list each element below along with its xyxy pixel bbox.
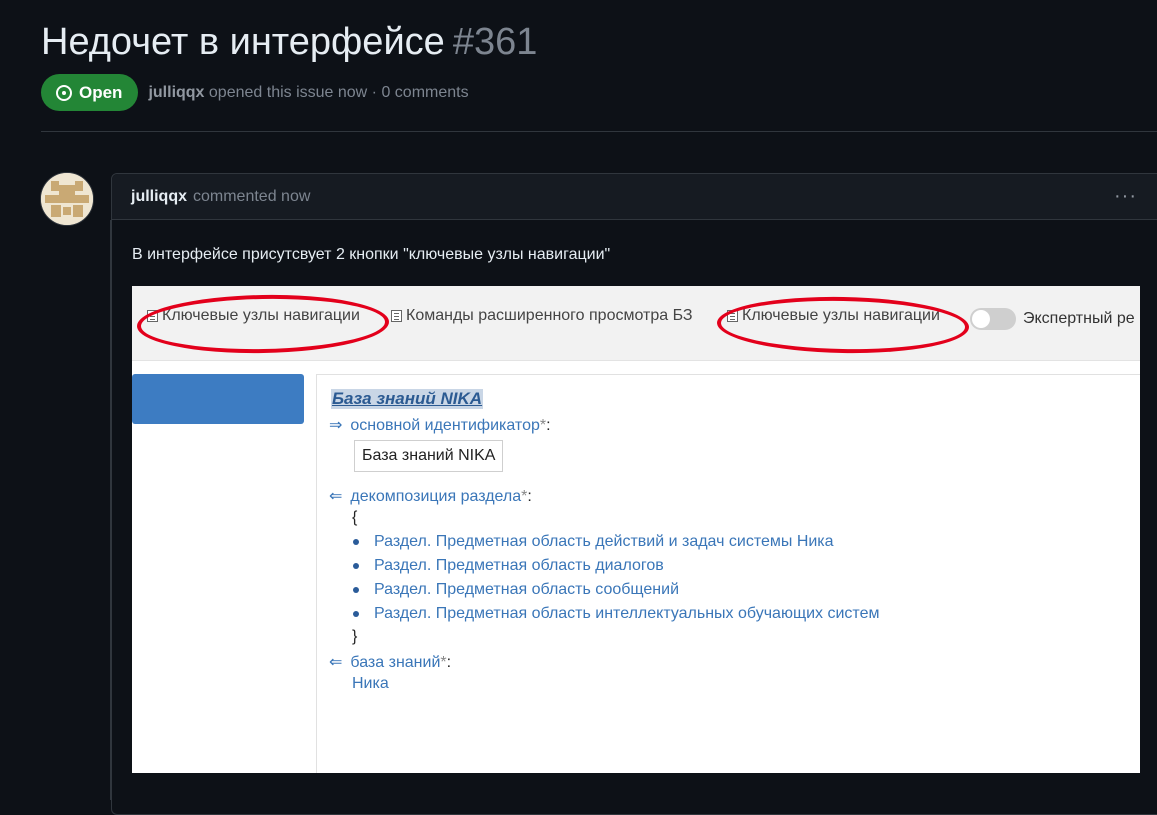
identicon-icon <box>41 173 93 225</box>
comment-author-link[interactable]: julliqqx <box>131 188 187 206</box>
document-icon <box>391 310 402 322</box>
issue-title-text: Недочет в интерфейсе <box>41 21 445 63</box>
list-item: Раздел. Предметная область интеллектуаль… <box>353 605 879 623</box>
issue-author-link[interactable]: julliqqx <box>148 84 204 101</box>
comment-timestamp[interactable]: commented now <box>193 188 310 206</box>
relation-knowledge-base-label: база знаний <box>350 654 441 671</box>
open-brace: { <box>352 509 358 526</box>
bullet-icon <box>353 562 359 569</box>
issue-meta: julliqqx opened this issue now · 0 comme… <box>148 84 468 102</box>
extended-view-commands-label: Команды расширенного просмотра БЗ <box>406 307 693 324</box>
avatar[interactable] <box>40 172 94 226</box>
arrow-right-icon: ⇒ <box>329 417 343 434</box>
arrow-left-icon: ⇐ <box>329 488 343 505</box>
kebab-menu-icon[interactable]: ··· <box>1114 186 1137 206</box>
issue-status-row: Open julliqqx opened this issue now · 0 … <box>41 74 469 111</box>
bullet-icon <box>353 586 359 593</box>
expert-mode-label: Экспертный ре <box>1023 310 1135 327</box>
red-highlight-circle-1 <box>136 292 390 356</box>
comment-body-text: В интерфейсе присутсвует 2 кнопки "ключе… <box>132 246 611 263</box>
comment-header: julliqqx commented now ··· <box>112 174 1157 220</box>
header-divider <box>41 131 1157 132</box>
extended-view-commands-button: Команды расширенного просмотра БЗ <box>391 307 693 325</box>
arrow-left-icon: ⇐ <box>329 654 343 671</box>
kb-title-link: База знаний NIKA <box>331 389 484 409</box>
list-item: Раздел. Предметная область сообщений <box>353 581 679 599</box>
issue-title: Недочет в интерфейсе #361 <box>41 18 537 66</box>
kb-content-pane: База знаний NIKA ⇒ основной идентификатор… <box>316 374 1140 773</box>
relation-knowledge-base: ⇐ база знаний*: <box>329 654 452 671</box>
relation-main-identifier: ⇒ основной идентификатор*: <box>329 417 551 434</box>
list-item: Раздел. Предметная область диалогов <box>353 557 664 575</box>
relation-main-identifier-label: основной идентификатор <box>350 417 540 434</box>
status-badge: Open <box>41 74 139 111</box>
relation-section-decomposition-label: декомпозиция раздела <box>350 488 522 505</box>
red-highlight-circle-2 <box>716 294 970 356</box>
embedded-screenshot[interactable]: Ключевые узлы навигации Команды расширен… <box>132 286 1140 773</box>
bullet-icon <box>353 538 359 545</box>
issue-opened-text: opened this issue now · 0 comments <box>208 83 469 101</box>
knowledge-base-value: Ника <box>352 675 389 692</box>
issue-open-icon <box>56 84 72 101</box>
relation-section-decomposition: ⇐ декомпозиция раздела*: <box>329 488 532 505</box>
close-brace: } <box>352 628 358 645</box>
status-badge-label: Open <box>79 82 123 102</box>
issue-number: #361 <box>452 21 538 63</box>
screenshot-toolbar: Ключевые узлы навигации Команды расширен… <box>132 286 1140 361</box>
expert-mode-toggle <box>970 308 1016 330</box>
sidebar-active-item <box>132 374 304 424</box>
identifier-value-box: База знаний NIKA <box>354 440 504 472</box>
bullet-icon <box>353 610 359 617</box>
list-item: Раздел. Предметная область действий и за… <box>353 533 834 551</box>
